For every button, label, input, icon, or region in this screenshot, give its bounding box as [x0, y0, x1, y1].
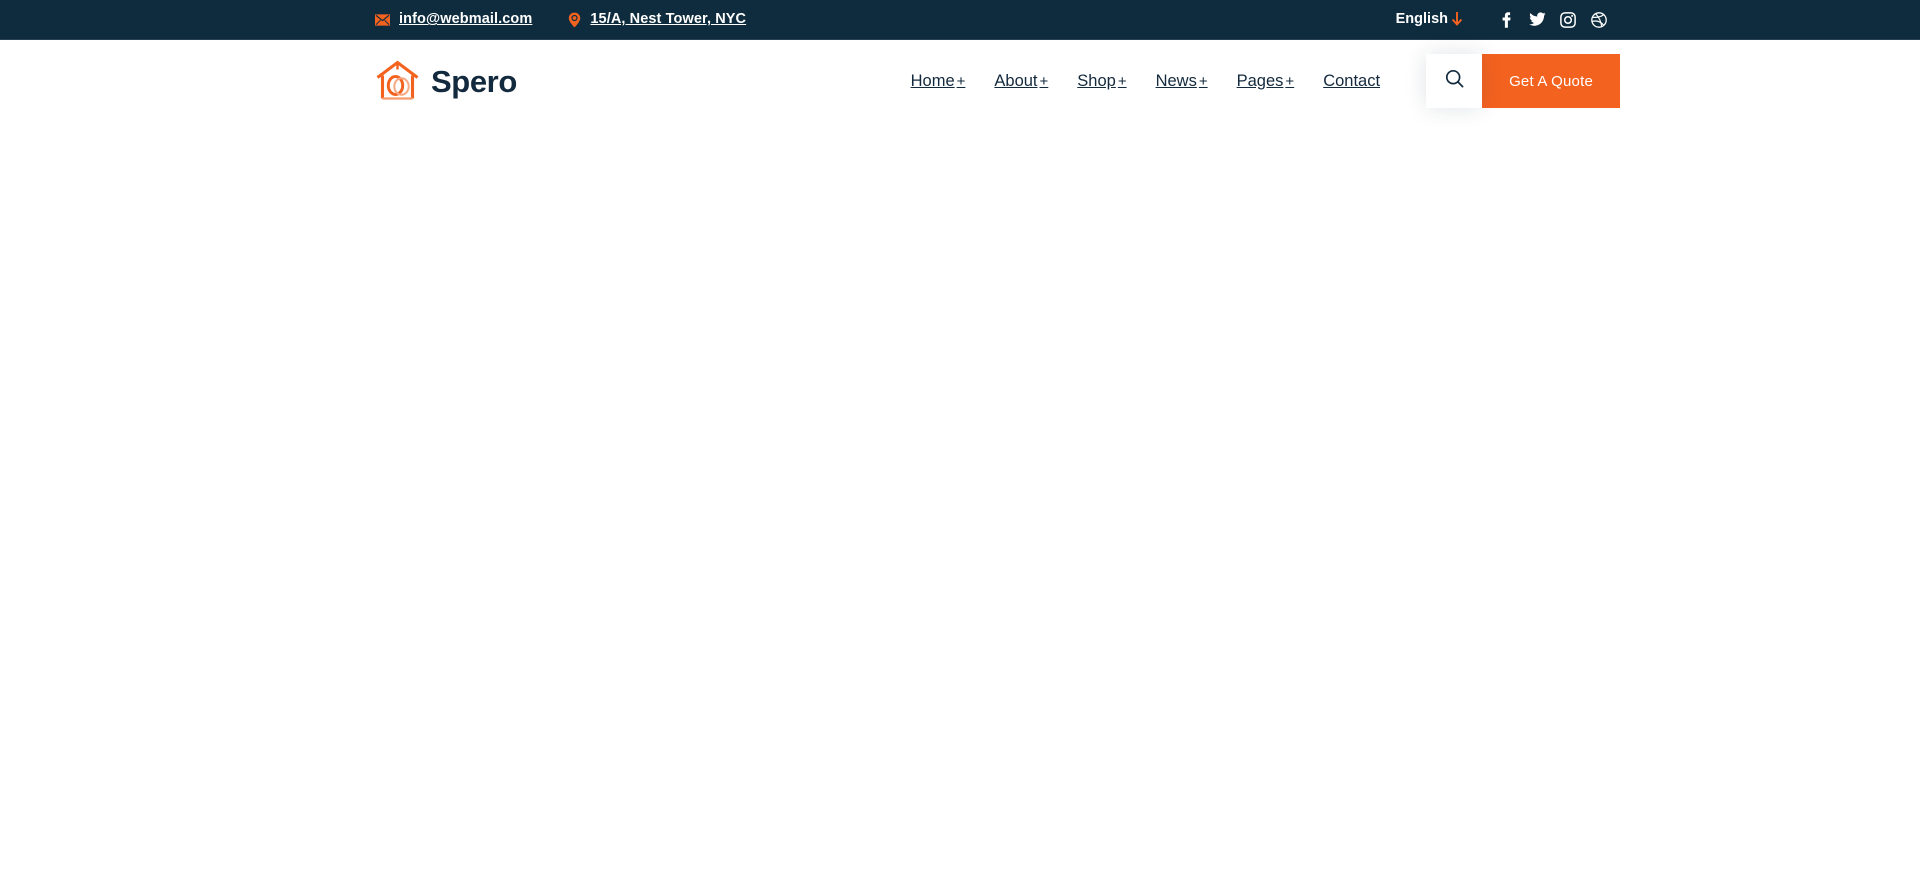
nav-item-news-plus: + — [1198, 72, 1208, 90]
arrow-down-icon — [1451, 12, 1463, 27]
brand-name: Spero — [431, 63, 517, 99]
topbar-email[interactable]: info@webmail.com — [375, 12, 532, 27]
main-navigation: Home + About + Shop + News + Pages + Con… — [911, 73, 1382, 90]
top-bar-inner: info@webmail.com 15/A, Nest Tower, NYC E… — [300, 0, 1620, 39]
nav-item-about[interactable]: About + — [994, 73, 1048, 90]
dribbble-icon[interactable] — [1590, 11, 1608, 29]
header-inner: Spero Home + About + Shop + News + Pages — [300, 40, 1620, 122]
brand-logo[interactable]: Spero — [375, 60, 517, 102]
topbar-email-text: info@webmail.com — [399, 11, 533, 28]
get-a-quote-button[interactable]: Get A Quote — [1482, 54, 1620, 108]
topbar-address-text: 15/A, Nest Tower, NYC — [590, 11, 747, 28]
nav-item-shop-plus: + — [1117, 72, 1127, 90]
nav-item-contact[interactable]: Contact — [1323, 73, 1382, 90]
nav-item-about-label: About — [994, 71, 1038, 90]
language-label: English — [1395, 11, 1448, 28]
nav-item-pages-label: Pages — [1236, 71, 1284, 90]
topbar-address[interactable]: 15/A, Nest Tower, NYC — [568, 12, 746, 28]
instagram-icon[interactable] — [1559, 11, 1577, 29]
nav-item-home-label: Home — [910, 71, 955, 90]
page-content-area — [0, 122, 1920, 888]
nav-item-home-plus: + — [956, 72, 966, 90]
nav-item-shop[interactable]: Shop + — [1077, 73, 1126, 90]
top-bar: info@webmail.com 15/A, Nest Tower, NYC E… — [0, 0, 1920, 40]
header-actions: Get A Quote — [1426, 54, 1620, 108]
nav-item-shop-label: Shop — [1077, 71, 1116, 90]
social-links — [1497, 11, 1608, 29]
language-selector[interactable]: English — [1396, 12, 1463, 27]
nav-item-pages-plus: + — [1285, 72, 1295, 90]
search-toggle-button[interactable] — [1426, 54, 1483, 108]
twitter-icon[interactable] — [1528, 11, 1546, 29]
envelope-icon — [375, 13, 390, 26]
nav-item-contact-label: Contact — [1323, 71, 1381, 90]
site-header: Spero Home + About + Shop + News + Pages — [0, 40, 1920, 122]
nav-item-news[interactable]: News + — [1156, 73, 1208, 90]
nav-item-pages[interactable]: Pages + — [1237, 73, 1295, 90]
facebook-icon[interactable] — [1497, 11, 1515, 29]
top-bar-utility-group: English — [1396, 11, 1620, 29]
nav-item-news-label: News — [1155, 71, 1197, 90]
nav-item-home[interactable]: Home + — [911, 73, 966, 90]
map-pin-icon — [568, 12, 581, 28]
top-bar-contact-group: info@webmail.com 15/A, Nest Tower, NYC — [300, 12, 746, 28]
house-logo-icon — [375, 60, 420, 102]
nav-item-about-plus: + — [1039, 72, 1049, 90]
search-icon — [1445, 69, 1464, 93]
